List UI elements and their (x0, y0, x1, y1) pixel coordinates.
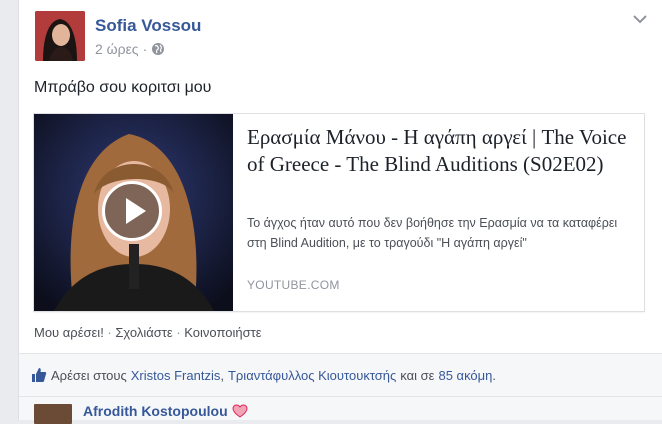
likes-summary: Αρέσει στους Xristos Frantzis, Τριαντάφυ… (19, 354, 662, 396)
meta-separator: · (142, 41, 148, 57)
globe-icon[interactable] (151, 42, 165, 56)
likes-others[interactable]: 85 ακόμη (438, 368, 492, 383)
liker-link[interactable]: Xristos Frantzis, (131, 368, 224, 383)
share-button[interactable]: Κοινοποιήστε (184, 325, 261, 340)
liker-name[interactable]: Xristos Frantzis (131, 368, 221, 383)
likes-prefix: Αρέσει στους (51, 367, 127, 383)
likes-period: . (492, 367, 496, 383)
thumbs-up-icon (32, 368, 47, 382)
play-icon[interactable] (102, 181, 162, 241)
likes-others-link[interactable]: 85 ακόμη (438, 368, 492, 383)
action-separator: · (172, 325, 185, 340)
like-button[interactable]: Μου αρέσει! (34, 325, 104, 340)
action-separator: · (103, 325, 116, 340)
chevron-down-icon[interactable] (633, 14, 647, 24)
avatar-image (35, 11, 85, 61)
commenter-avatar[interactable] (34, 404, 72, 424)
author-name[interactable]: Sofia Vossou (95, 16, 201, 36)
author-avatar[interactable] (35, 11, 85, 61)
liker-name[interactable]: Τριαντάφυλλος Κιουτουκτσής (228, 368, 396, 383)
post-timestamp[interactable]: 2 ώρες (95, 41, 139, 57)
post-meta: 2 ώρες · (95, 41, 165, 57)
likes-text: Αρέσει στους Xristos Frantzis, Τριαντάφυ… (31, 367, 496, 383)
likes-comma: , (220, 367, 224, 383)
comment: Afrodith Kostopoulou (19, 397, 662, 424)
commenter: Afrodith Kostopoulou (83, 403, 248, 419)
commenter-name[interactable]: Afrodith Kostopoulou (83, 403, 228, 419)
heart-icon (232, 404, 248, 418)
link-description: Το άγχος ήταν αυτό που δεν βοήθησε την Ε… (247, 216, 618, 250)
link-title[interactable]: Ερασμία Μάνου - Η αγάπη αργεί | The Voic… (247, 124, 632, 178)
likes-and: και σε (400, 367, 435, 383)
comment-button[interactable]: Σχολιάστε (115, 325, 172, 340)
post-actions: Μου αρέσει! · Σχολιάστε · Κοινοποιήστε (34, 325, 262, 340)
feed-post: Sofia Vossou 2 ώρες · Μπράβο σου κοριτσι… (18, 0, 662, 424)
post-text: Μπράβο σου κοριτσι μου (34, 79, 212, 96)
video-thumbnail[interactable] (34, 114, 233, 311)
link-domain: YOUTUBE.COM (247, 278, 340, 292)
link-preview-card[interactable]: Ερασμία Μάνου - Η αγάπη αργεί | The Voic… (33, 113, 645, 312)
